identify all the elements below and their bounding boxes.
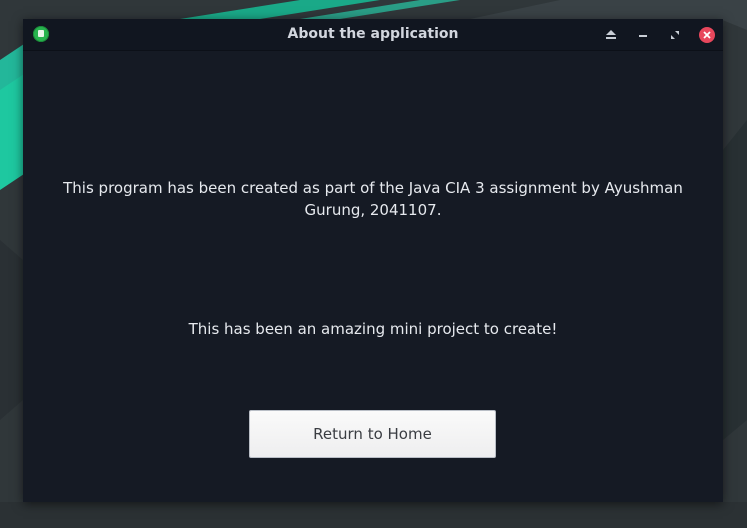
close-icon — [703, 30, 711, 39]
description-line-2: Gurung, 2041107. — [304, 201, 442, 219]
maximize-button[interactable] — [667, 27, 683, 43]
window-controls — [587, 19, 715, 50]
restore-icon — [671, 30, 679, 39]
close-button[interactable] — [699, 26, 715, 43]
minimize-icon — [639, 34, 647, 37]
about-content: This program has been created as part of… — [23, 51, 723, 502]
return-to-home-button[interactable]: Return to Home — [249, 410, 496, 458]
project-message: This has been an amazing mini project to… — [188, 320, 558, 338]
about-window: About the application This program has b… — [23, 19, 723, 502]
minimize-button[interactable] — [635, 27, 651, 43]
description-line-1: This program has been created as part of… — [63, 179, 683, 197]
window-titlebar[interactable]: About the application — [23, 19, 723, 51]
app-icon[interactable] — [33, 26, 49, 42]
eject-icon — [606, 30, 616, 39]
keep-above-button[interactable] — [603, 27, 619, 43]
